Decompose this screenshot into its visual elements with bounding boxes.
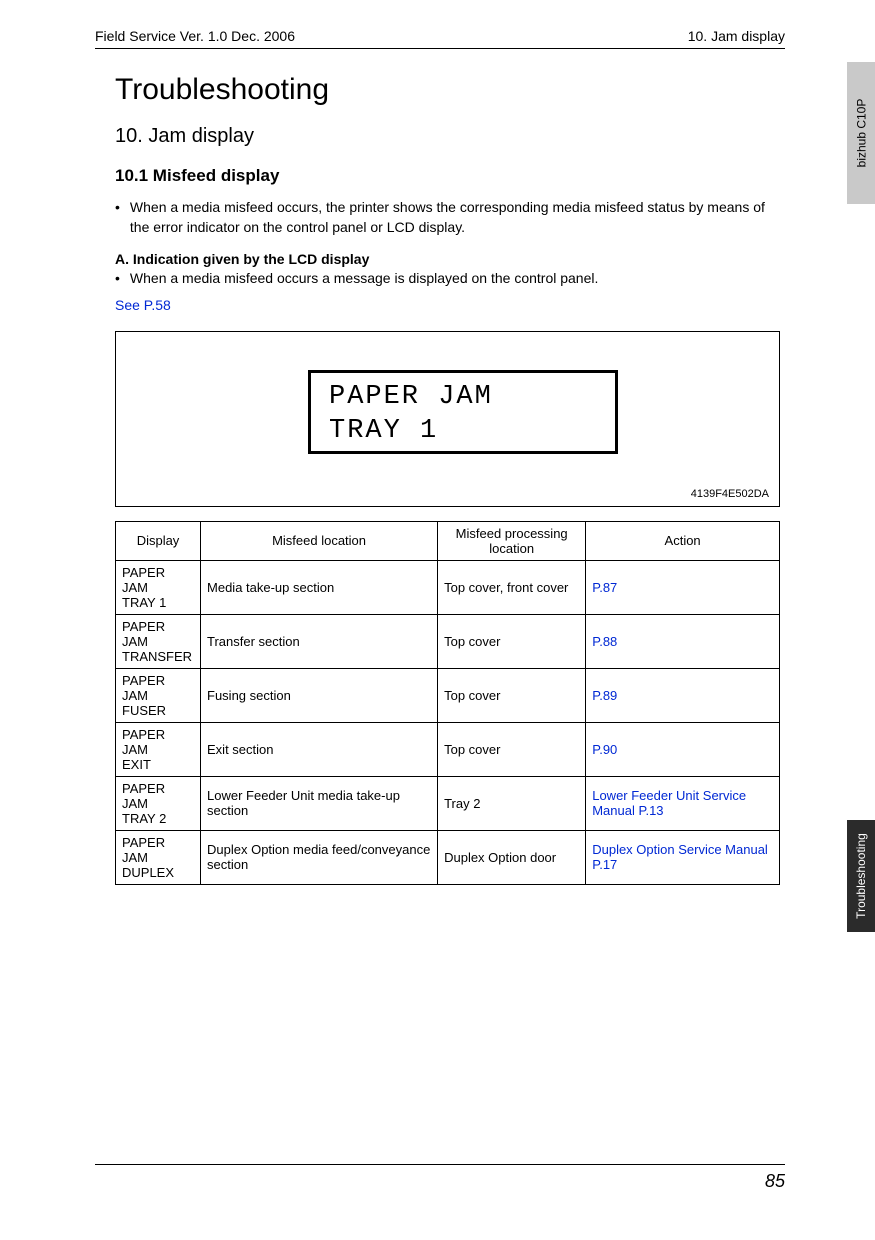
bullet-icon: • — [115, 269, 120, 289]
bullet-icon: • — [115, 198, 120, 237]
figure-id: 4139F4E502DA — [691, 488, 769, 500]
page-number: 85 — [765, 1171, 785, 1191]
table-row: PAPER JAMFUSER Fusing section Top cover … — [116, 668, 780, 722]
cell-display: PAPER JAMFUSER — [116, 668, 201, 722]
bullet-text: When a media misfeed occurs, the printer… — [130, 198, 785, 237]
table-row: PAPER JAMTRANSFER Transfer section Top c… — [116, 614, 780, 668]
bullet-item: • When a media misfeed occurs, the print… — [115, 198, 785, 237]
side-tab-model-label: bizhub C10P — [854, 99, 868, 168]
cell-location: Transfer section — [201, 614, 438, 668]
table-row: PAPER JAMTRAY 2 Lower Feeder Unit media … — [116, 776, 780, 830]
cell-display: PAPER JAMTRAY 1 — [116, 560, 201, 614]
cell-processing: Tray 2 — [438, 776, 586, 830]
cell-display: PAPER JAMDUPLEX — [116, 830, 201, 884]
cell-processing: Top cover — [438, 722, 586, 776]
bullet-item: • When a media misfeed occurs a message … — [115, 269, 785, 289]
side-tab-section: Troubleshooting — [847, 820, 875, 932]
table-row: PAPER JAMEXIT Exit section Top cover P.9… — [116, 722, 780, 776]
cell-action-link[interactable]: P.87 — [586, 560, 780, 614]
header-right: 10. Jam display — [688, 28, 785, 44]
table-row: PAPER JAMTRAY 1 Media take-up section To… — [116, 560, 780, 614]
lcd-line-2: TRAY 1 — [329, 415, 597, 449]
page-footer: 85 — [95, 1164, 785, 1192]
cell-location: Media take-up section — [201, 560, 438, 614]
cell-processing: Top cover — [438, 614, 586, 668]
cell-action-link[interactable]: Duplex Option Service Manual P.17 — [586, 830, 780, 884]
cell-action-link[interactable]: P.88 — [586, 614, 780, 668]
cell-location: Lower Feeder Unit media take-up section — [201, 776, 438, 830]
cell-processing: Top cover — [438, 668, 586, 722]
col-location: Misfeed location — [201, 521, 438, 560]
cell-location: Fusing section — [201, 668, 438, 722]
table-header-row: Display Misfeed location Misfeed process… — [116, 521, 780, 560]
page-header: Field Service Ver. 1.0 Dec. 2006 10. Jam… — [95, 28, 785, 49]
cell-location: Exit section — [201, 722, 438, 776]
cell-display: PAPER JAMTRANSFER — [116, 614, 201, 668]
misfeed-table: Display Misfeed location Misfeed process… — [115, 521, 780, 885]
bullet-text: When a media misfeed occurs a message is… — [130, 269, 598, 289]
document-page: Field Service Ver. 1.0 Dec. 2006 10. Jam… — [0, 0, 875, 1240]
side-tab-section-label: Troubleshooting — [854, 833, 868, 919]
subheading-a: A. Indication given by the LCD display — [115, 251, 785, 267]
lcd-figure-frame: PAPER JAM TRAY 1 4139F4E502DA — [115, 331, 780, 507]
side-tab-model: bizhub C10P — [847, 62, 875, 204]
chapter-title: Troubleshooting — [115, 73, 785, 107]
section-heading: 10. Jam display — [115, 125, 785, 148]
cell-action-link[interactable]: Lower Feeder Unit Service Manual P.13 — [586, 776, 780, 830]
content-area: Troubleshooting 10. Jam display 10.1 Mis… — [115, 73, 785, 885]
cell-processing: Duplex Option door — [438, 830, 586, 884]
col-processing: Misfeed processing location — [438, 521, 586, 560]
header-left: Field Service Ver. 1.0 Dec. 2006 — [95, 28, 295, 44]
cell-location: Duplex Option media feed/conveyance sect… — [201, 830, 438, 884]
table-row: PAPER JAMDUPLEX Duplex Option media feed… — [116, 830, 780, 884]
cell-display: PAPER JAMEXIT — [116, 722, 201, 776]
subsection-heading: 10.1 Misfeed display — [115, 166, 785, 186]
cell-action-link[interactable]: P.89 — [586, 668, 780, 722]
cell-processing: Top cover, front cover — [438, 560, 586, 614]
lcd-line-1: PAPER JAM — [329, 381, 597, 415]
cell-action-link[interactable]: P.90 — [586, 722, 780, 776]
col-action: Action — [586, 521, 780, 560]
col-display: Display — [116, 521, 201, 560]
lcd-display: PAPER JAM TRAY 1 — [308, 370, 618, 454]
see-page-link[interactable]: See P.58 — [115, 297, 785, 313]
cell-display: PAPER JAMTRAY 2 — [116, 776, 201, 830]
